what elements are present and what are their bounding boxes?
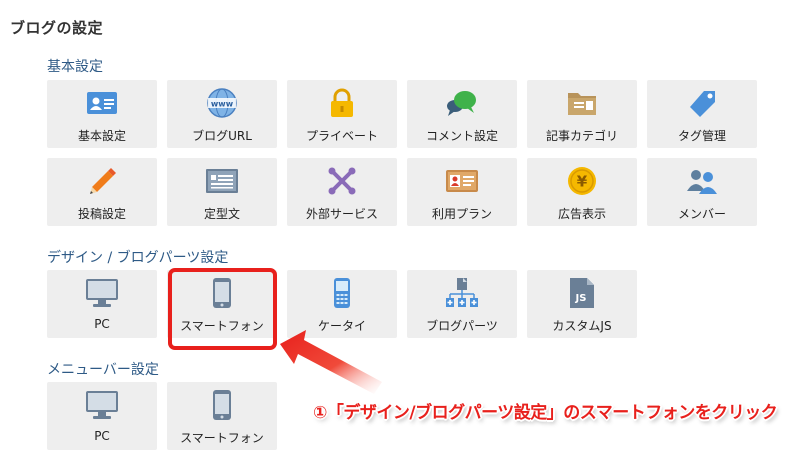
folder-icon	[565, 88, 599, 118]
section-title-basic: 基本設定	[47, 59, 103, 75]
tile-label: PC	[94, 317, 110, 331]
feature-phone-icon	[325, 278, 359, 308]
pencil-icon	[85, 166, 119, 196]
tile-label: ブログURL	[192, 129, 252, 143]
tile-label: PC	[94, 429, 110, 443]
page-title: ブログの設定	[10, 19, 104, 37]
tile-post-settings[interactable]: 投稿設定	[47, 158, 157, 226]
users-icon	[685, 166, 719, 196]
js-file-icon: JS	[565, 278, 599, 308]
tile-external-services[interactable]: 外部サービス	[287, 158, 397, 226]
svg-text:www: www	[211, 100, 234, 109]
tile-design-custom-js[interactable]: JS カスタムJS	[527, 270, 637, 338]
tile-article-category[interactable]: 記事カテゴリ	[527, 80, 637, 148]
tile-label: 広告表示	[557, 207, 606, 221]
tile-label: 記事カテゴリ	[545, 129, 618, 143]
tile-label: プライベート	[305, 129, 378, 143]
tile-template[interactable]: 定型文	[167, 158, 277, 226]
joomla-link-icon	[325, 166, 359, 196]
tile-label: 利用プラン	[431, 207, 492, 221]
instruction-callout: ①「デザイン/ブログパーツ設定」のスマートフォンをクリック	[313, 403, 778, 423]
yen-coin-icon: ¥	[565, 166, 599, 196]
template-card-icon	[205, 166, 239, 196]
tile-design-pc[interactable]: PC	[47, 270, 157, 338]
tile-label: スマートフォン	[180, 431, 264, 445]
member-card-icon	[445, 166, 479, 196]
tile-basic-settings[interactable]: 基本設定	[47, 80, 157, 148]
tile-comment-settings[interactable]: コメント設定	[407, 80, 517, 148]
svg-text:¥: ¥	[577, 173, 588, 191]
tile-label: コメント設定	[425, 129, 498, 143]
tile-label: 外部サービス	[305, 207, 378, 221]
svg-text:JS: JS	[575, 293, 587, 304]
www-globe-icon: www	[205, 88, 239, 118]
tile-design-blog-parts[interactable]: ブログパーツ	[407, 270, 517, 338]
tile-label: カスタムJS	[552, 319, 612, 333]
section-title-menubar: メニューバー設定	[47, 362, 159, 378]
tile-menubar-smartphone[interactable]: スマートフォン	[167, 382, 277, 450]
red-arrow-icon	[280, 330, 382, 394]
blog-parts-icon	[445, 278, 479, 308]
tag-icon	[685, 88, 719, 118]
speech-bubble-icon	[445, 88, 479, 118]
smartphone-icon	[205, 390, 239, 420]
id-card-icon	[85, 88, 119, 118]
monitor-icon	[85, 278, 119, 308]
tile-members[interactable]: メンバー	[647, 158, 757, 226]
padlock-icon	[325, 88, 359, 118]
monitor-icon	[85, 390, 119, 420]
highlight-box	[168, 268, 277, 350]
tile-blog-url[interactable]: www ブログURL	[167, 80, 277, 148]
tile-label: タグ管理	[677, 129, 726, 143]
tile-tag-management[interactable]: タグ管理	[647, 80, 757, 148]
tile-label: メンバー	[677, 207, 726, 221]
section-title-design: デザイン / ブログパーツ設定	[47, 250, 229, 266]
tile-usage-plan[interactable]: 利用プラン	[407, 158, 517, 226]
tile-menubar-pc[interactable]: PC	[47, 382, 157, 450]
tile-label: ブログパーツ	[426, 319, 498, 333]
tile-ad-display[interactable]: ¥ 広告表示	[527, 158, 637, 226]
tile-label: 基本設定	[77, 129, 126, 143]
tile-label: 定型文	[203, 207, 240, 221]
tile-private[interactable]: プライベート	[287, 80, 397, 148]
tile-label: 投稿設定	[77, 207, 126, 221]
